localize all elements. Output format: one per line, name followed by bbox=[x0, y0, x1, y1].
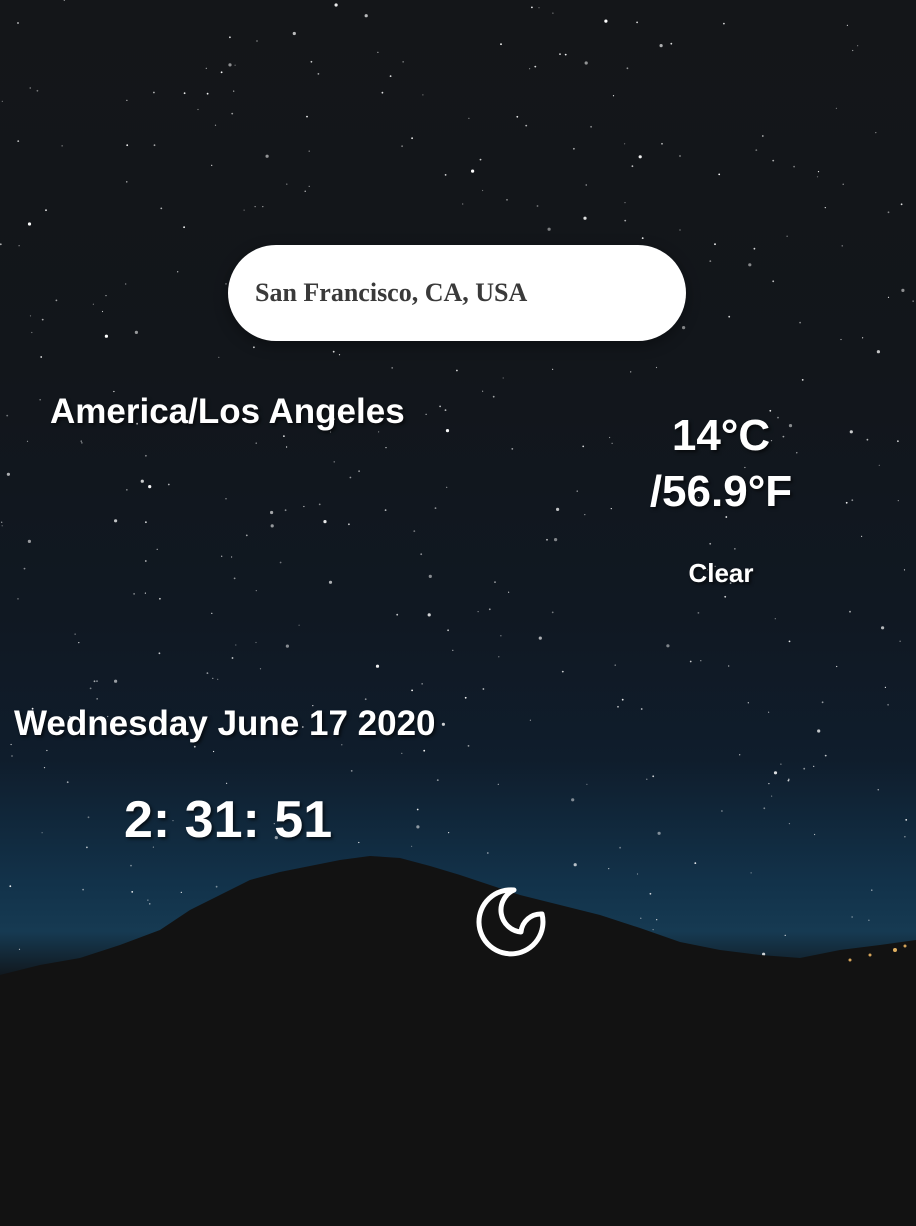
moon-icon bbox=[476, 887, 546, 957]
temperature-fahrenheit: /56.9°F bbox=[649, 467, 793, 516]
location-search-input[interactable] bbox=[255, 278, 655, 308]
mountain-silhouette bbox=[0, 856, 916, 1226]
location-search-bar[interactable] bbox=[228, 245, 686, 341]
timezone-label: America/Los Angeles bbox=[50, 392, 405, 431]
weather-app: America/Los Angeles 14°C /56.9°F Clear W… bbox=[0, 0, 916, 1226]
temperature-celsius: 14°C bbox=[671, 411, 771, 460]
current-date: Wednesday June 17 2020 bbox=[14, 704, 436, 743]
temperature-display: 14°C /56.9°F bbox=[610, 408, 832, 520]
weather-condition: Clear bbox=[688, 558, 754, 588]
current-time: 2: 31: 51 bbox=[124, 791, 333, 849]
